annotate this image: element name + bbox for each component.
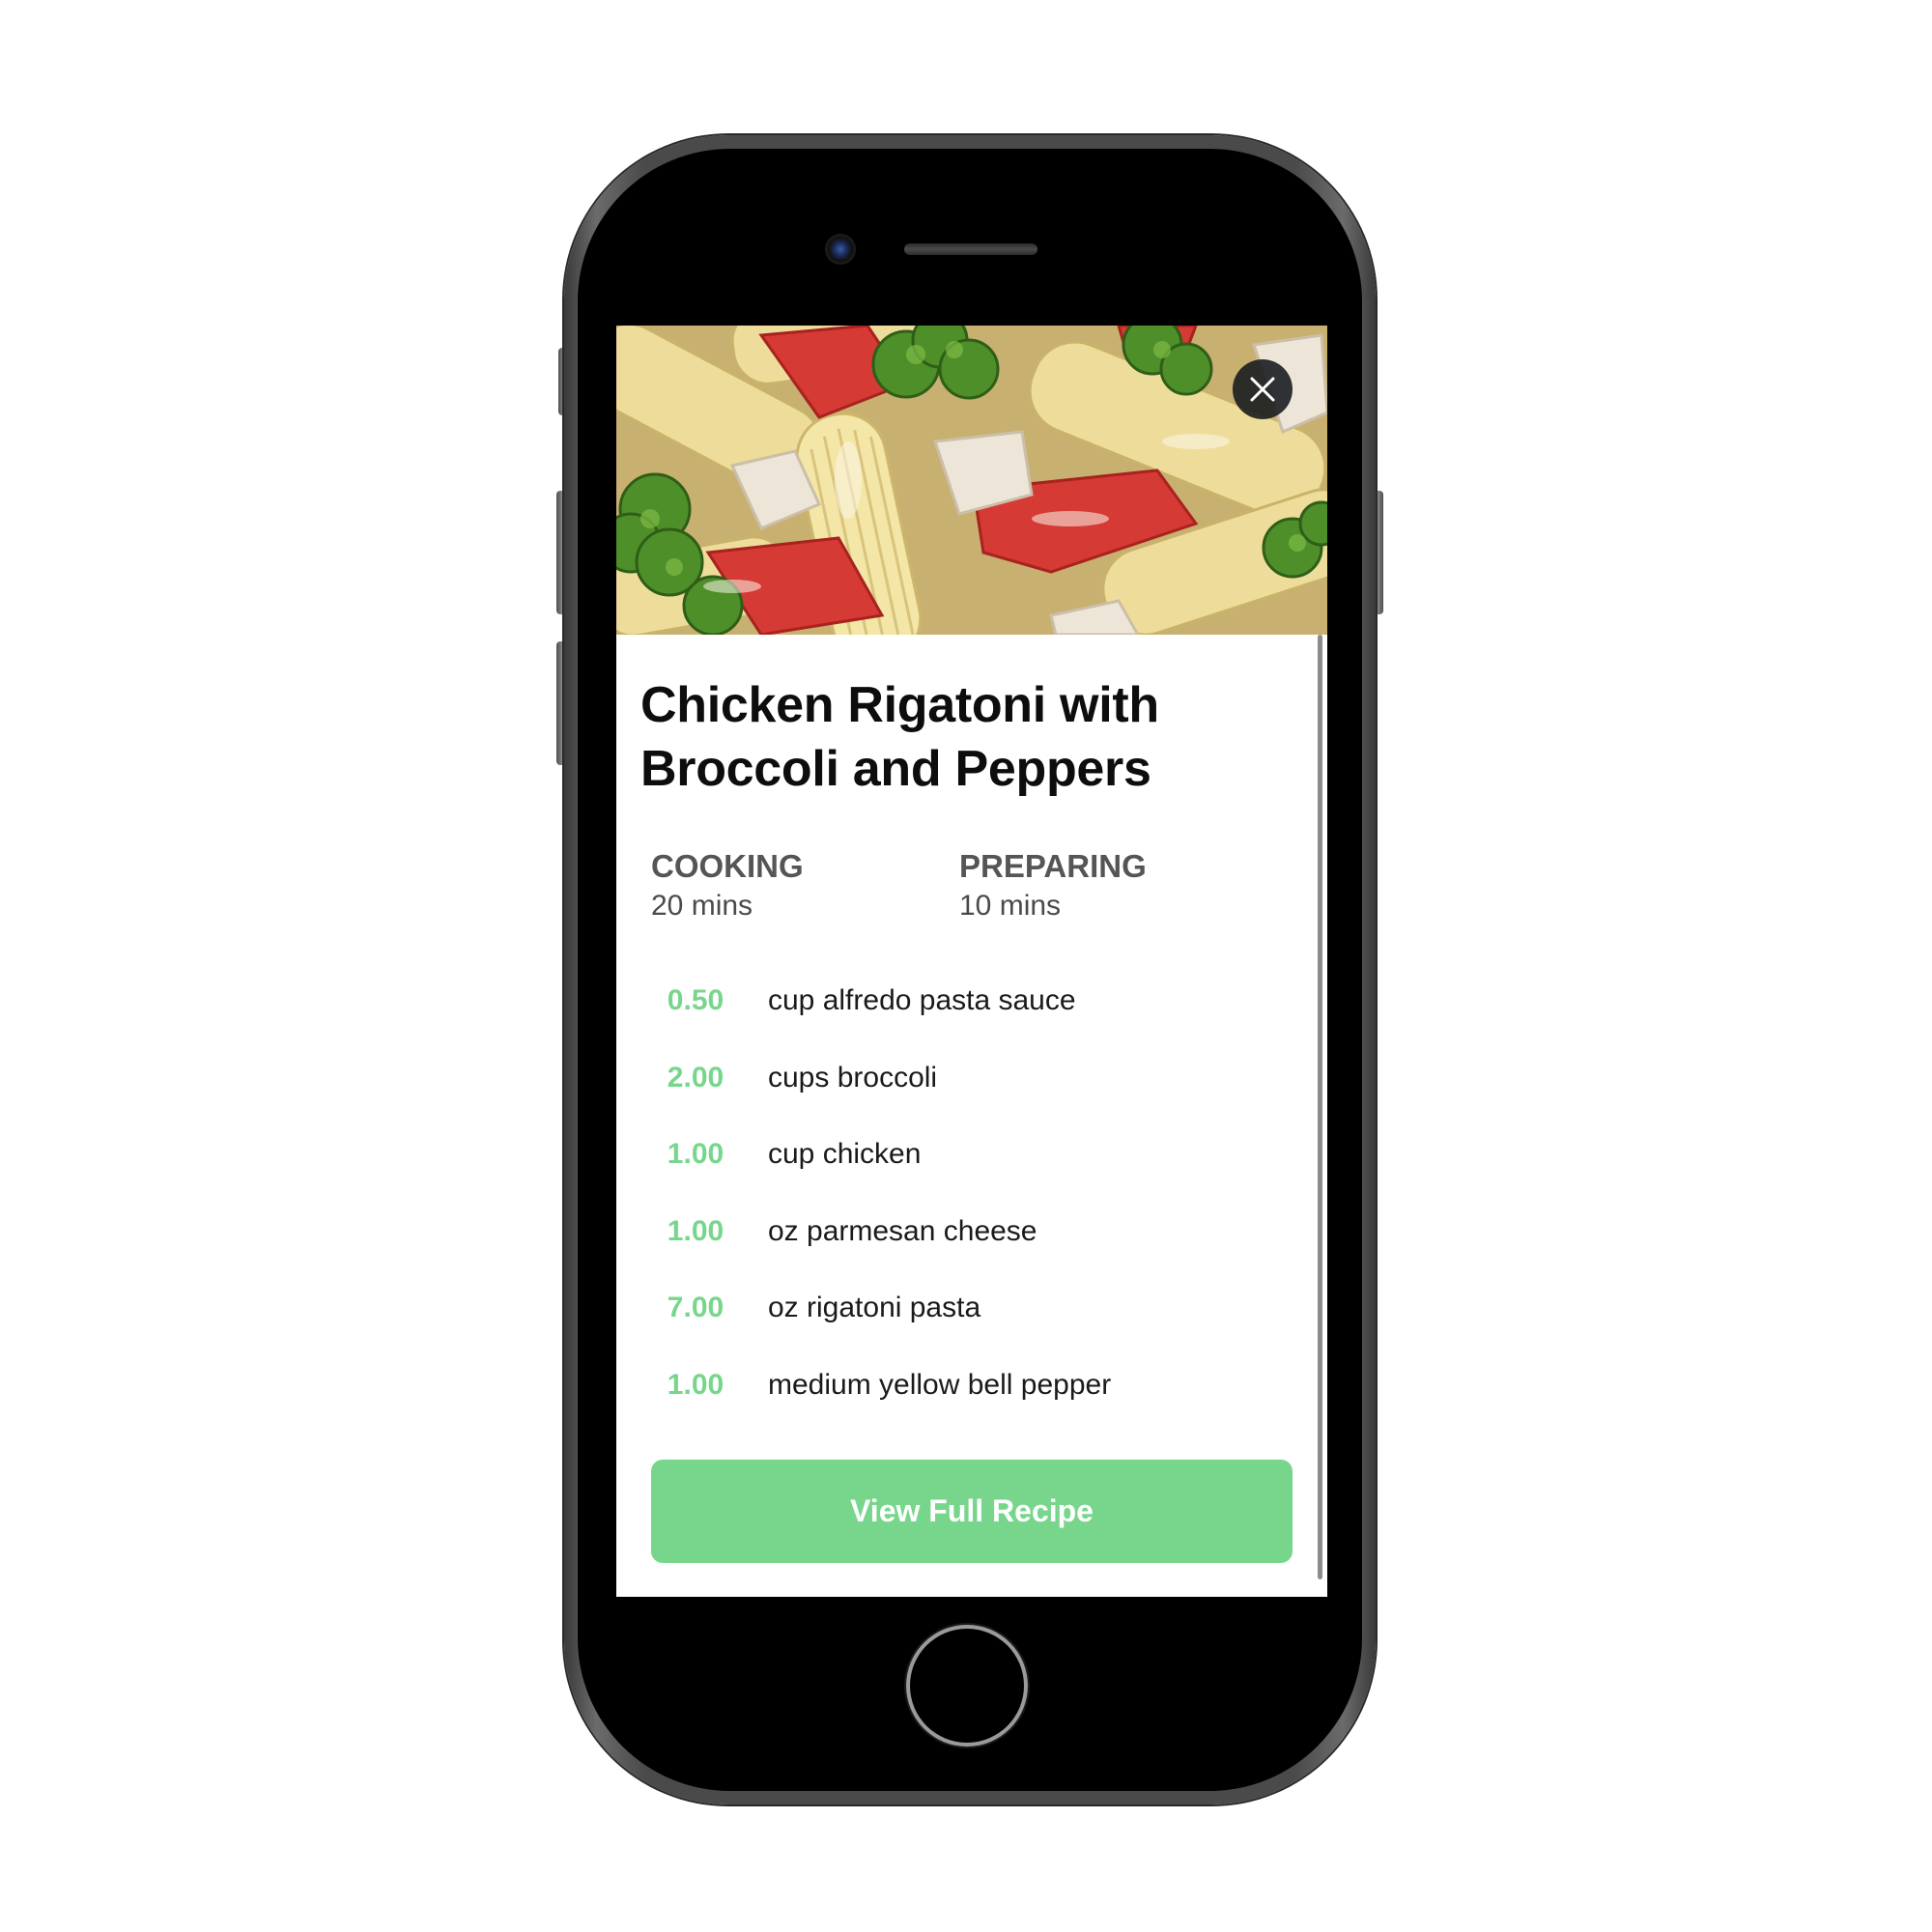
close-icon: [1250, 377, 1275, 402]
camera-icon: [827, 236, 854, 263]
mockup-canvas: Chicken Rigatoni with Broccoli and Peppe…: [0, 0, 1932, 1932]
ingredient-item: 1.00 medium yellow bell pepper: [616, 1364, 1312, 1441]
preparing-time-value: 10 mins: [959, 890, 1062, 922]
recipe-photo-illustration: [616, 326, 1327, 635]
recipe-screen: Chicken Rigatoni with Broccoli and Peppe…: [616, 326, 1327, 1597]
ingredient-name: cup alfredo pasta sauce: [768, 984, 1076, 1016]
cooking-time: COOKING 20 mins: [651, 847, 804, 926]
recipe-title: Chicken Rigatoni with Broccoli and Peppe…: [640, 677, 1159, 797]
ingredient-item: 7.00 oz rigatoni pasta: [616, 1287, 1312, 1364]
ingredient-item: 0.50 cup alfredo pasta sauce: [616, 980, 1312, 1057]
ingredient-name: oz rigatoni pasta: [768, 1292, 981, 1323]
recipe-hero-image: [616, 326, 1327, 635]
close-button[interactable]: [1233, 359, 1293, 419]
home-button-icon[interactable]: [906, 1625, 1028, 1747]
ingredient-quantity: 2.00: [667, 1061, 724, 1094]
preparing-time: PREPARING 10 mins: [959, 847, 1147, 926]
cooking-time-label: COOKING: [651, 848, 804, 884]
cooking-time-value: 20 mins: [651, 890, 753, 922]
ingredient-quantity: 1.00: [667, 1138, 724, 1170]
ingredient-item: 1.00 oz parmesan cheese: [616, 1210, 1312, 1288]
scroll-indicator[interactable]: [1318, 635, 1322, 1579]
ingredient-quantity: 1.00: [667, 1368, 724, 1401]
preparing-time-label: PREPARING: [959, 848, 1147, 884]
ingredient-name: medium yellow bell pepper: [768, 1368, 1112, 1401]
ingredient-quantity: 0.50: [667, 984, 724, 1016]
ingredient-name: oz parmesan cheese: [768, 1214, 1037, 1247]
ingredient-item: 1.00 cup chicken: [616, 1133, 1312, 1210]
earpiece-speaker: [904, 243, 1037, 255]
view-full-recipe-button[interactable]: View Full Recipe: [651, 1460, 1293, 1563]
ingredient-quantity: 7.00: [667, 1292, 724, 1323]
ingredient-name: cup chicken: [768, 1138, 922, 1170]
ingredient-quantity: 1.00: [667, 1214, 724, 1247]
ingredient-item: 2.00 cups broccoli: [616, 1057, 1312, 1134]
ingredient-name: cups broccoli: [768, 1061, 938, 1094]
ingredient-list: 0.50 cup alfredo pasta sauce 2.00 cups b…: [616, 980, 1312, 1440]
